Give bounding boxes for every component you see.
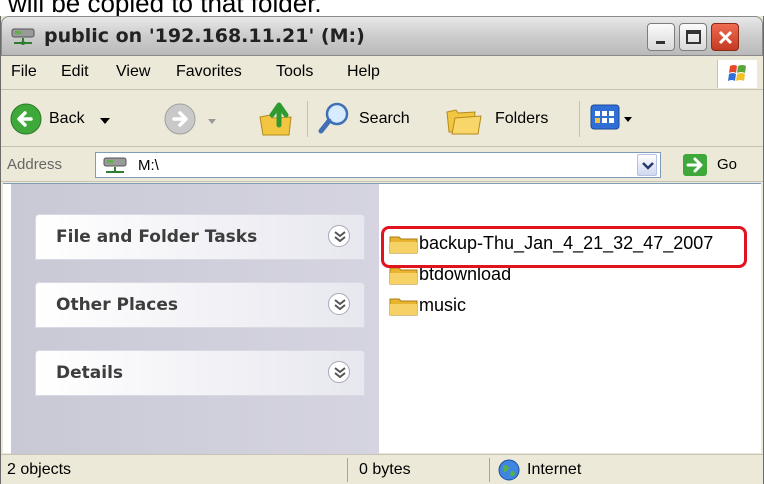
status-zone: Internet — [527, 461, 582, 478]
maximize-icon — [686, 30, 701, 44]
expand-button[interactable] — [328, 361, 350, 383]
highlight-box — [381, 226, 747, 268]
file-name: music — [419, 295, 467, 315]
status-size: 0 bytes — [359, 461, 411, 478]
menu-edit[interactable]: Edit — [61, 63, 89, 81]
title-bar[interactable]: public on '192.168.11.21' (M:) — [1, 16, 763, 56]
window-title: public on '192.168.11.21' (M:) — [44, 25, 365, 47]
back-dropdown-icon[interactable] — [99, 116, 111, 126]
minimize-icon — [656, 41, 665, 44]
status-bar: 2 objects 0 bytes Internet — [1, 454, 763, 484]
menu-tools[interactable]: Tools — [276, 63, 313, 81]
windows-flag-icon — [728, 65, 746, 81]
status-divider — [489, 458, 490, 482]
toolbar-separator — [307, 101, 308, 137]
address-bar: Address M:\ Go — [1, 148, 763, 182]
up-folder-icon — [259, 102, 292, 136]
back-button[interactable]: Back — [9, 99, 159, 139]
expand-button[interactable] — [328, 225, 350, 247]
task-pane: File and Folder Tasks Other Places Detai… — [11, 184, 379, 454]
globe-icon — [498, 459, 520, 481]
address-value: M:\ — [138, 157, 159, 174]
task-panel-title: Details — [56, 363, 124, 383]
toolbar: Back Search Folders — [1, 91, 763, 147]
task-panel-title: File and Folder Tasks — [56, 227, 258, 247]
back-label: Back — [49, 110, 85, 127]
menu-help[interactable]: Help — [347, 63, 380, 81]
chevron-down-icon — [642, 162, 654, 170]
folders-button[interactable]: Folders — [445, 99, 569, 139]
menu-bar: File Edit View Favorites Tools Help — [1, 56, 763, 90]
menu-favorites[interactable]: Favorites — [176, 63, 242, 81]
maximize-button[interactable] — [679, 23, 707, 51]
task-panel-other-places[interactable]: Other Places — [35, 282, 365, 328]
task-panel-details[interactable]: Details — [35, 350, 365, 396]
forward-button[interactable] — [163, 99, 233, 139]
minimize-button[interactable] — [647, 23, 675, 51]
network-drive-icon — [11, 28, 35, 45]
forward-arrow-icon — [164, 103, 196, 135]
forward-dropdown-icon[interactable] — [207, 117, 217, 125]
double-chevron-down-icon — [334, 367, 346, 379]
views-icon — [590, 104, 620, 130]
task-panel-file-folder[interactable]: File and Folder Tasks — [35, 214, 365, 260]
search-label: Search — [359, 110, 410, 127]
task-panel-title: Other Places — [56, 295, 178, 315]
search-button[interactable]: Search — [317, 99, 433, 139]
menu-view[interactable]: View — [116, 63, 150, 81]
folders-icon — [446, 109, 482, 135]
views-dropdown-icon — [624, 117, 632, 122]
status-objects: 2 objects — [7, 461, 72, 478]
folders-label: Folders — [495, 110, 549, 127]
toolbar-separator — [579, 101, 580, 137]
expand-button[interactable] — [328, 293, 350, 315]
address-label: Address — [7, 156, 63, 173]
explorer-window: public on '192.168.11.21' (M:) File Edit… — [0, 16, 764, 484]
double-chevron-down-icon — [334, 231, 346, 243]
views-button[interactable] — [589, 103, 637, 135]
folder-icon — [389, 298, 418, 316]
close-button[interactable] — [711, 23, 739, 51]
search-icon — [318, 102, 349, 134]
address-input[interactable]: M:\ — [95, 152, 661, 178]
back-arrow-icon — [10, 103, 42, 135]
folder-icon — [389, 267, 418, 285]
menu-file[interactable]: File — [11, 63, 37, 81]
windows-logo — [717, 60, 757, 88]
network-drive-icon — [103, 157, 127, 173]
address-dropdown-button[interactable] — [637, 154, 657, 176]
go-button[interactable]: Go — [681, 152, 759, 178]
up-folder-button[interactable] — [257, 97, 299, 141]
close-icon — [718, 30, 733, 45]
double-chevron-down-icon — [334, 299, 346, 311]
content-area: File and Folder Tasks Other Places Detai… — [3, 183, 761, 454]
go-arrow-icon — [683, 154, 707, 176]
status-divider — [347, 458, 348, 482]
go-label: Go — [717, 156, 738, 173]
